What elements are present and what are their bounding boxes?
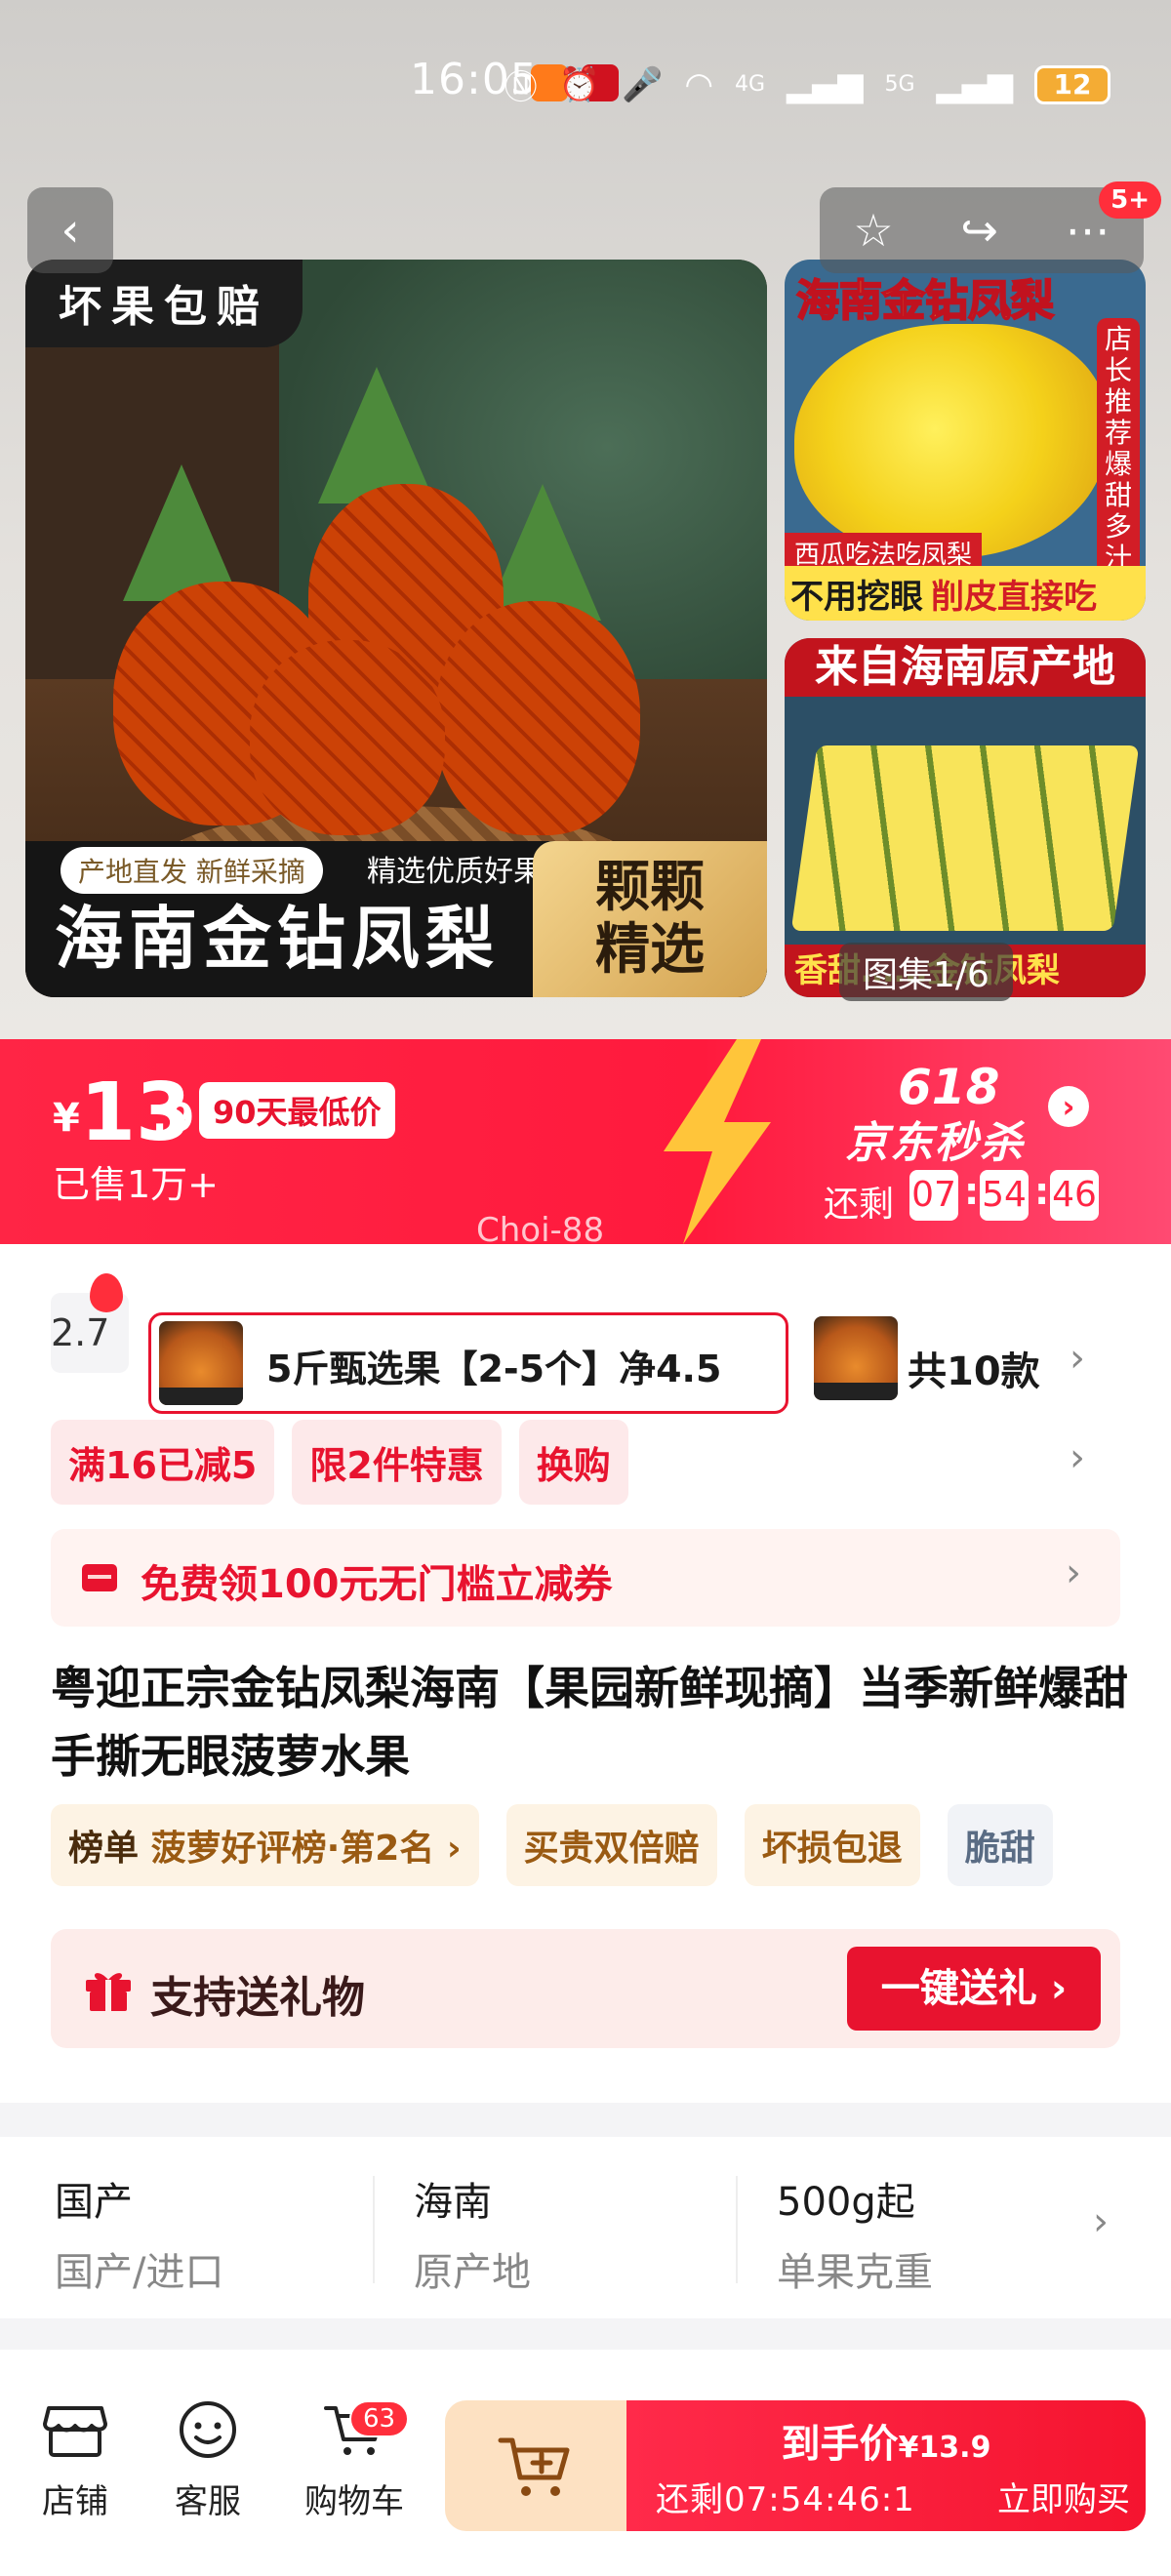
chevron-right-icon[interactable]: › (1093, 2199, 1109, 2244)
promo-tag[interactable]: 满16已减5 (51, 1420, 275, 1505)
nfc-icon: Ⓝ (504, 68, 538, 107)
pineapple (250, 640, 445, 835)
chevron-right-icon: › (1066, 1550, 1081, 1595)
gallery-thumb-1[interactable]: 海南金钻凤梨 店长推荐爆甜多汁 西瓜吃法吃凤梨 不用挖眼 削皮直接吃 (785, 260, 1146, 621)
hot-icon (90, 1273, 123, 1312)
product-detail-page: 坏果包赔 产地直发 新鲜采摘 精选优质好果 海南金钻凤梨 颗颗 精选 海南金钻凤… (0, 0, 1171, 2576)
lightning-icon (664, 1039, 771, 1244)
buy-countdown: 还剩07:54:46:1 (656, 2480, 915, 2519)
sku-option-selected[interactable]: 5斤甄选果【2-5个】净4.5 (148, 1312, 788, 1414)
chevron-right-icon[interactable]: › (1070, 1336, 1085, 1381)
top-actions: ☆ ↪ ⋯ (820, 187, 1144, 273)
gift-icon (86, 1973, 131, 2011)
lowest-price-badge: 90天最低价 (199, 1082, 395, 1139)
service-tag[interactable]: 脆甜 (947, 1804, 1053, 1886)
product-info-card: 2.7 5斤甄选果【2-5个】净4.5 共10款 › 满16已减5 限2件特惠 … (0, 1244, 1171, 2103)
sku-option-next[interactable] (814, 1316, 898, 1400)
notification-badge: 5+ (1099, 181, 1161, 219)
spec-origin-place: 海南 原产地 (414, 2180, 531, 2295)
flash-sale-banner[interactable]: ¥ 13 .9 90天最低价 已售1万+ 618 京东秒杀 › 还剩 07 : … (0, 1039, 1171, 1244)
service-icon (180, 2401, 236, 2458)
spec-origin-type: 国产 国产/进口 (55, 2180, 224, 2295)
coupon-banner[interactable]: 免费领100元无门槛立减券 › (51, 1529, 1120, 1627)
service-tag[interactable]: 买贵双倍赔 (505, 1804, 717, 1886)
promo-tag[interactable]: 换购 (518, 1420, 628, 1505)
coupon-icon (82, 1564, 117, 1591)
favorite-icon[interactable]: ☆ (853, 204, 893, 257)
signal-5g-icon: 5G (884, 72, 915, 97)
countdown-hours: 07 (909, 1170, 958, 1221)
sku-selector[interactable]: 2.7 5斤甄选果【2-5个】净4.5 共10款 › (0, 1273, 1171, 1414)
back-button[interactable]: ‹ (27, 187, 113, 273)
signal-4g-icon: 4G (735, 72, 766, 97)
image-title: 海南金钻凤梨 (55, 899, 500, 979)
ranking-tag[interactable]: 榜单 菠萝好评榜·第2名 › (51, 1804, 479, 1886)
countdown-seconds: 46 (1050, 1170, 1099, 1221)
signal-icon: ▂▄▆ (936, 64, 1013, 104)
sku-thumbnail (159, 1321, 243, 1405)
mic-icon: 🎤 (621, 64, 664, 104)
promotion-row[interactable]: 满16已减5 限2件特惠 换购 (51, 1420, 628, 1505)
main-product-image[interactable]: 坏果包赔 产地直发 新鲜采摘 精选优质好果 海南金钻凤梨 颗颗 精选 (25, 260, 767, 997)
pineapple (435, 601, 640, 835)
add-cart-icon (498, 2437, 570, 2496)
send-gift-button[interactable]: 一键送礼 › (847, 1947, 1101, 2031)
add-to-cart-button[interactable] (445, 2400, 626, 2531)
alarm-icon: ⏰ (558, 64, 600, 104)
gallery-counter[interactable]: 图集1/6 (839, 943, 1013, 1001)
chevron-left-icon: ‹ (61, 203, 80, 258)
cart-count-badge: 63 (349, 2400, 410, 2437)
spec-weight: 500g起 单果克重 (777, 2180, 933, 2295)
spec-card[interactable]: 国产 国产/进口 海南 原产地 500g起 单果克重 › (0, 2137, 1171, 2318)
pineapple-cut (794, 324, 1107, 558)
buy-now-button[interactable]: 到手价¥13.9 还剩07:54:46:1 立即购买 (626, 2400, 1146, 2531)
countdown-minutes: 54 (980, 1170, 1029, 1221)
shop-icon (43, 2406, 107, 2457)
chevron-right-icon[interactable]: › (1048, 1086, 1089, 1127)
chevron-right-icon[interactable]: › (1070, 1435, 1085, 1480)
bottom-action-bar: 店铺 客服 购物车 63 到手价¥13.9 还剩07:54:46:1 立即购买 (0, 2350, 1171, 2576)
shop-button[interactable]: 店铺 (21, 2400, 129, 2522)
customer-service-button[interactable]: 客服 (154, 2400, 262, 2522)
share-icon[interactable]: ↪ (960, 204, 998, 257)
product-title: 粤迎正宗金钻凤梨海南【果园新鲜现摘】当季新鲜爆甜手撕无眼菠萝水果 (51, 1662, 1128, 1783)
battery-icon: 12 (1034, 64, 1110, 104)
status-bar: 16:05 Ⓝ ⏰ 🎤 ◠ 4G ▂▄▆ 5G ▂▄▆ 12 (0, 0, 1171, 176)
price-decimal: .9 (152, 1096, 195, 1141)
watermark: Choi-88 (476, 1211, 605, 1244)
gift-banner: 支持送礼物 一键送礼 › (51, 1929, 1120, 2048)
sku-total-count[interactable]: 共10款 (908, 1340, 1040, 1396)
sold-count: 已售1万+ (53, 1163, 220, 1206)
service-tag[interactable]: 坏损包退 (744, 1804, 920, 1886)
service-tags[interactable]: 榜单 菠萝好评榜·第2名 › 买贵双倍赔 坏损包退 脆甜 (51, 1804, 1053, 1886)
pineapple-slices (790, 745, 1140, 931)
jd-flash-sale-label: 京东秒杀 (845, 1118, 1025, 1168)
signal-icon: ▂▄▆ (787, 64, 864, 104)
selected-badge: 颗颗 精选 (533, 841, 767, 997)
promo-tag[interactable]: 限2件特惠 (292, 1420, 502, 1505)
wifi-icon: ◠ (684, 64, 713, 104)
